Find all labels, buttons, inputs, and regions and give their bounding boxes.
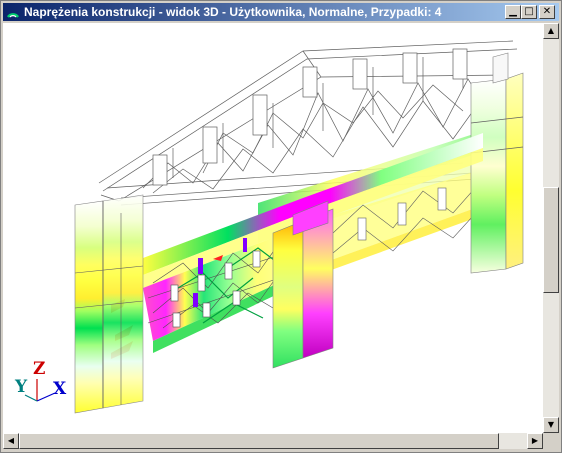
close-button[interactable]: ✕ (539, 5, 555, 19)
horizontal-scrollbar[interactable]: ◀ ▶ (3, 433, 543, 449)
vertical-scroll-thumb[interactable] (543, 187, 559, 293)
scroll-down-button[interactable]: ▼ (543, 417, 559, 433)
scroll-up-button[interactable]: ▲ (543, 23, 559, 39)
vertical-scrollbar[interactable]: ▲ ▼ (543, 23, 559, 433)
minimize-button[interactable]: ▁ (505, 5, 521, 19)
scrollbar-corner (543, 433, 559, 449)
horizontal-scroll-thumb[interactable] (19, 433, 499, 449)
right-column (470, 52, 524, 274)
app-icon (6, 13, 20, 18)
scroll-right-button[interactable]: ▶ (527, 433, 543, 449)
axis-triad (24, 379, 56, 402)
axis-z-label: Z (33, 359, 46, 379)
3d-view-canvas[interactable]: Z Y X (3, 23, 543, 433)
axis-y-label: Y (15, 377, 28, 397)
stress-3d-window: Naprężenia konstrukcji - widok 3D - Użyt… (0, 0, 562, 453)
minimize-icon: ▁ (509, 6, 517, 17)
arrow-left-icon: ◀ (7, 436, 15, 445)
structure-3d-model[interactable] (3, 23, 543, 433)
arrow-down-icon: ▼ (547, 420, 555, 429)
axis-x-label: X (53, 379, 67, 399)
left-column (74, 194, 144, 414)
arrow-right-icon: ▶ (531, 436, 539, 445)
maximize-button[interactable]: □ (521, 5, 537, 19)
scroll-left-button[interactable]: ◀ (3, 433, 19, 449)
window-title: Naprężenia konstrukcji - widok 3D - Użyt… (24, 5, 442, 19)
arrow-up-icon: ▲ (547, 26, 555, 35)
title-bar[interactable]: Naprężenia konstrukcji - widok 3D - Użyt… (3, 3, 559, 21)
close-icon: ✕ (542, 6, 552, 17)
maximize-icon: □ (524, 6, 534, 17)
